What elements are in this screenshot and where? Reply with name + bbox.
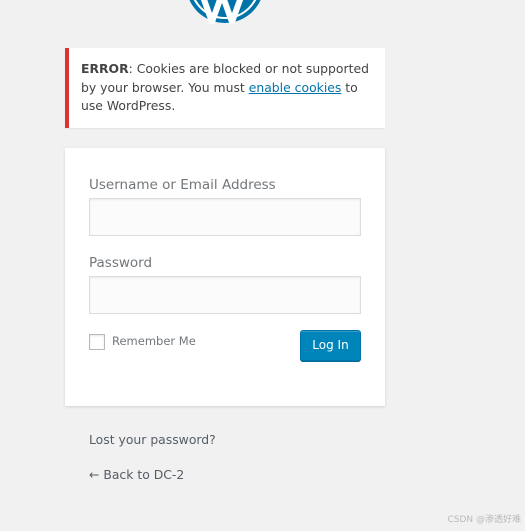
enable-cookies-link[interactable]: enable cookies <box>249 80 342 95</box>
watermark: CSDN @渗透好难 <box>447 515 521 525</box>
username-label: Username or Email Address <box>89 177 276 193</box>
login-button[interactable]: Log In <box>300 330 361 361</box>
wordpress-logo-icon[interactable] <box>185 0 265 25</box>
password-label: Password <box>89 255 153 271</box>
lost-password-link[interactable]: Lost your password? <box>89 432 216 447</box>
remember-me-checkbox[interactable] <box>89 334 105 350</box>
login-error-notice: ERROR: Cookies are blocked or not suppor… <box>65 48 385 128</box>
remember-me-label[interactable]: Remember Me <box>112 334 196 348</box>
login-form: Username or Email Address Password Remem… <box>65 148 385 406</box>
password-input[interactable] <box>89 276 361 314</box>
error-prefix: ERROR <box>81 61 129 76</box>
back-to-site-link[interactable]: ← Back to DC-2 <box>89 467 184 482</box>
username-input[interactable] <box>89 198 361 236</box>
